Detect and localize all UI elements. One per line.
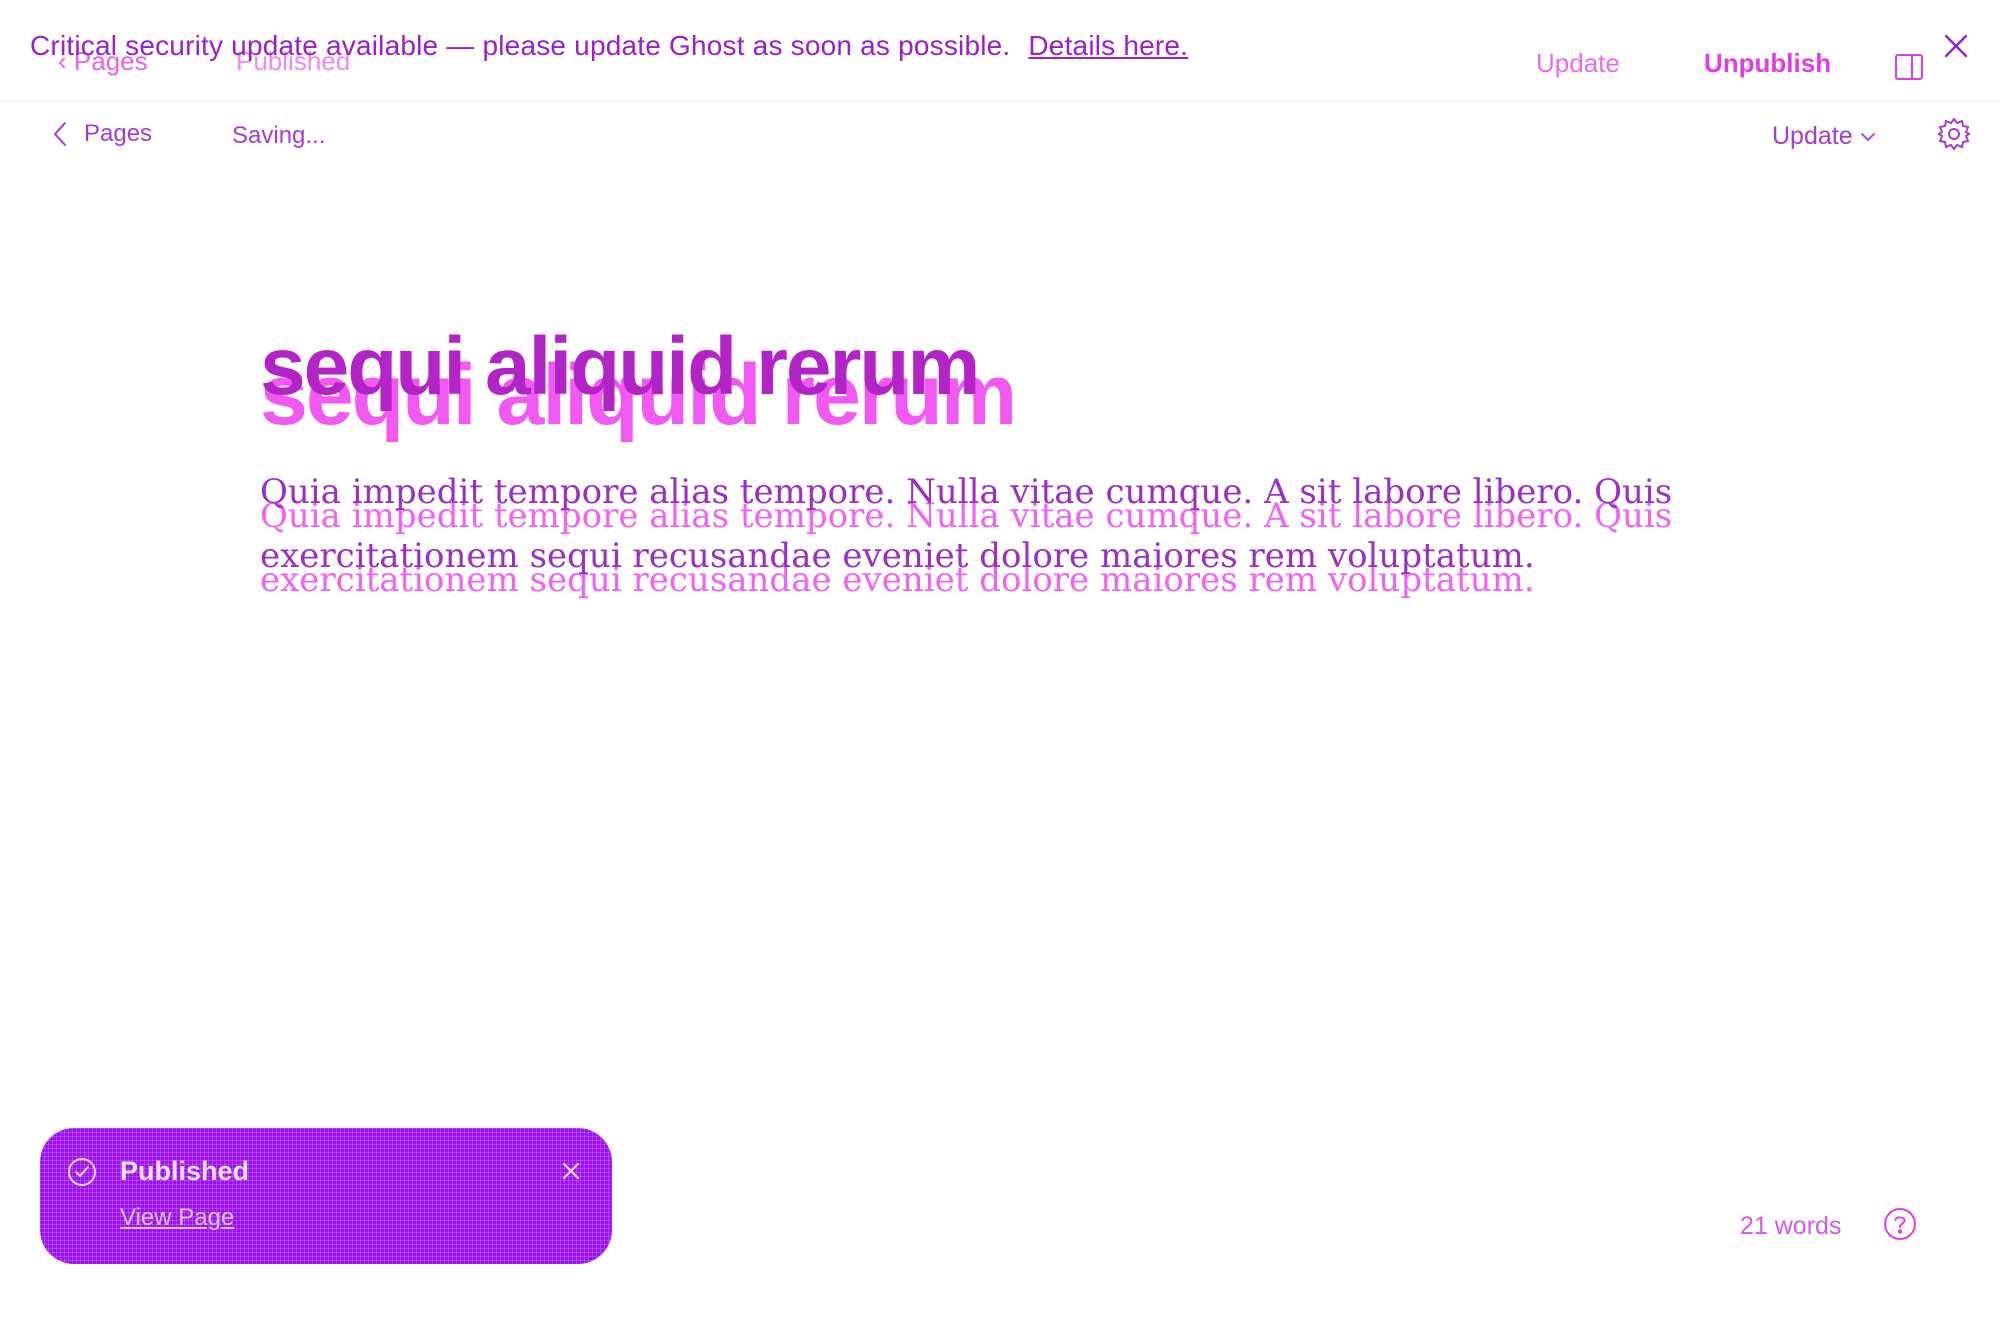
editor-page: ‹ Pages Published Update Unpublish Criti… (0, 0, 2000, 1320)
view-page-link[interactable]: View Page (120, 1204, 234, 1232)
ghost-update-button[interactable]: Update (1536, 48, 1620, 79)
update-label: Update (1772, 122, 1853, 150)
post-title-area[interactable]: sequi aliquid rerum sequi aliquid rerum (260, 320, 1760, 450)
gear-icon[interactable] (1936, 116, 1972, 152)
chevron-down-icon (1860, 132, 1875, 141)
post-body[interactable]: Quia impedit tempore alias tempore. Null… (260, 460, 1740, 588)
unpublish-button[interactable]: Unpublish (1704, 48, 1831, 79)
published-toast: Published View Page (40, 1128, 612, 1264)
save-status: Saving... (232, 122, 326, 149)
close-icon[interactable] (1940, 30, 1972, 62)
update-dropdown[interactable]: Update (1772, 122, 1877, 151)
chevron-left-icon (53, 122, 66, 146)
post-title[interactable]: sequi aliquid rerum (260, 320, 980, 414)
back-to-pages-link[interactable]: Pages (50, 120, 152, 148)
post-body-area[interactable]: Quia impedit tempore alias tempore. Null… (260, 460, 1740, 600)
check-circle-icon (68, 1158, 96, 1186)
banner-details-link[interactable]: Details here. (1028, 30, 1188, 61)
help-icon[interactable] (1882, 1206, 1918, 1242)
toast-title: Published (120, 1156, 250, 1186)
editor-header: Pages Saving... Update (0, 100, 2000, 170)
security-banner: ‹ Pages Published Update Unpublish Criti… (0, 0, 2000, 101)
word-count: 21 words (1740, 1212, 1842, 1240)
back-label: Pages (84, 120, 153, 147)
banner-message: Critical security update available — ple… (30, 30, 1011, 61)
close-icon[interactable] (560, 1160, 582, 1182)
banner-message-wrap: Critical security update available — ple… (30, 30, 1188, 62)
sidebar-toggle-icon[interactable] (1894, 52, 1924, 82)
